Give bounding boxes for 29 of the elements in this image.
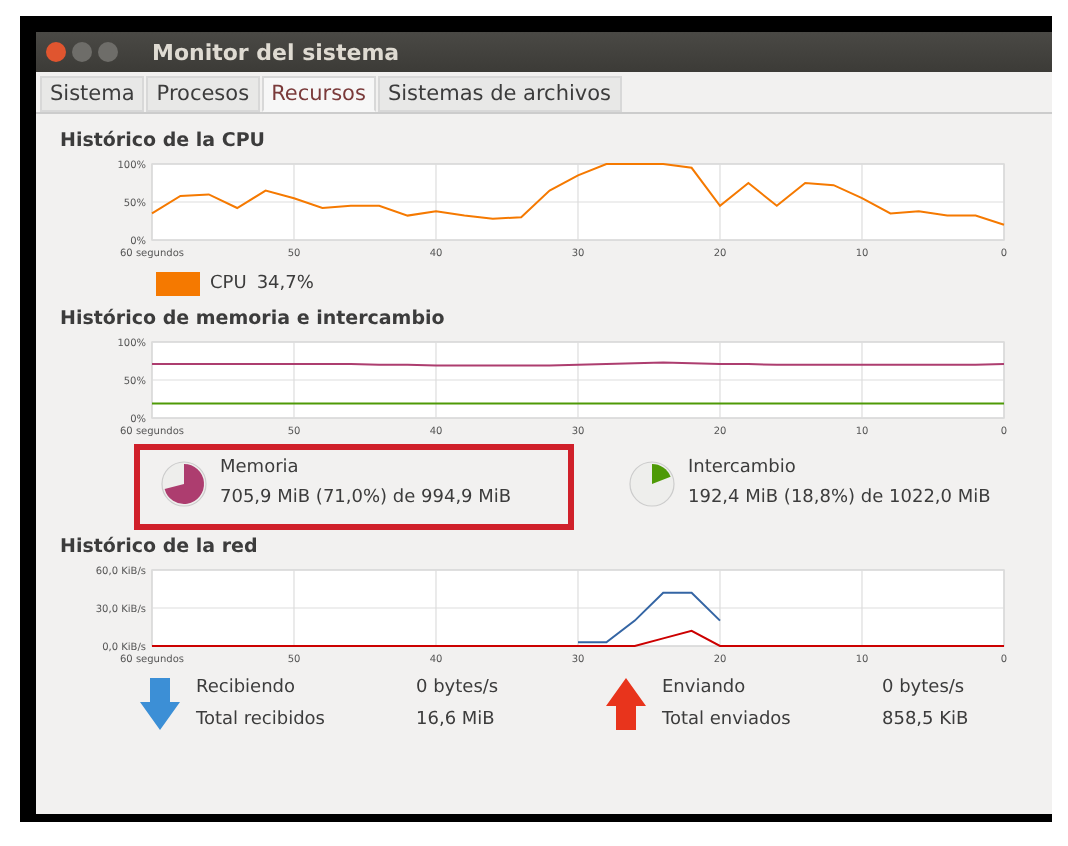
legend-value: 192,4 MiB (18,8%) de 1022,0 MiB [688,488,991,508]
legend-label: CPU [210,274,247,294]
pie-icon [628,459,676,507]
legend-label: Total recibidos [196,710,327,730]
legend-value: 0 bytes/s [882,678,967,698]
legend-label: Intercambio [688,458,798,478]
pie-icon [160,459,208,507]
section-title: Histórico de memoria e intercambio [60,308,447,330]
minimize-icon[interactable] [72,42,92,62]
legend-label: Memoria [220,458,301,478]
legend-label: Recibiendo [196,678,298,698]
up-arrow-icon [606,678,646,730]
section-title: Histórico de la CPU [60,130,268,152]
legend-value: 858,5 KiB [882,710,969,730]
legend-label: Enviando [662,678,748,698]
legend-value: 705,9 MiB (71,0%) de 994,9 MiB [220,488,512,508]
window-title: Monitor del sistema [152,39,400,65]
down-arrow-icon [140,678,180,730]
tab[interactable]: Procesos [146,76,260,112]
tab[interactable]: Recursos [261,76,376,112]
legend-value: 16,6 MiB [416,710,497,730]
section-title: Histórico de la red [60,536,260,558]
legend-value: 34,7% [256,274,314,294]
close-icon[interactable] [46,42,66,62]
tab[interactable]: Sistema [40,76,145,112]
maximize-icon[interactable] [98,42,118,62]
tab[interactable]: Sistemas de archivos [377,76,622,112]
legend-value: 0 bytes/s [416,678,499,698]
legend-label: Total enviados [662,710,793,730]
